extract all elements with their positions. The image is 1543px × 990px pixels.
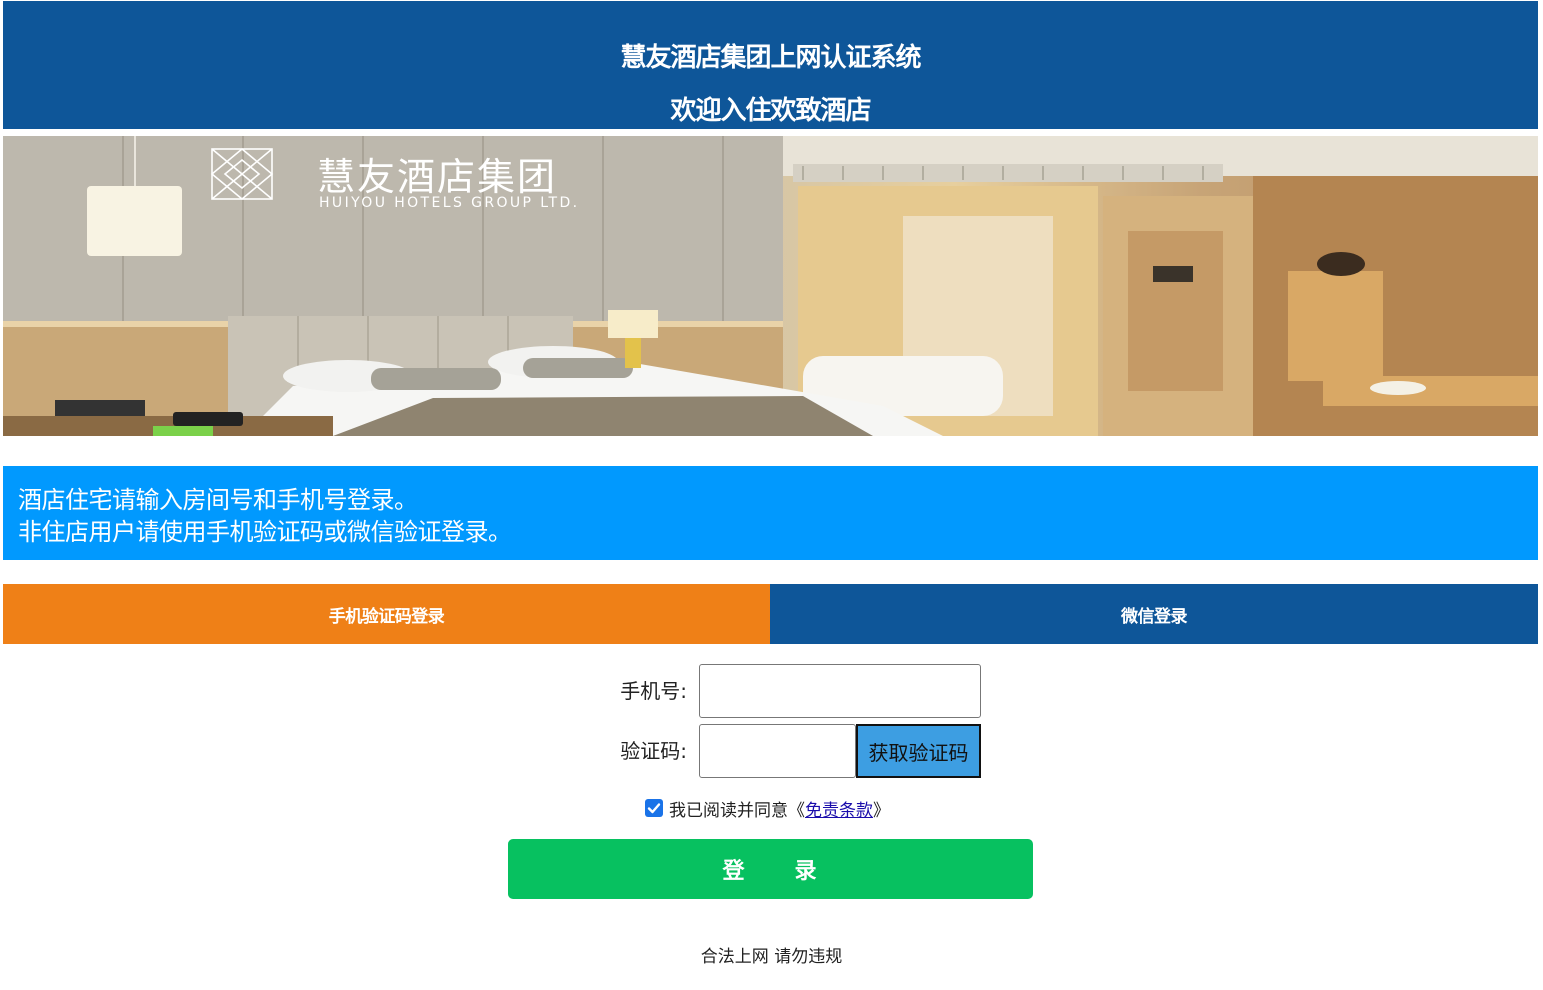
agree-suffix: 》 — [873, 800, 890, 821]
get-code-button[interactable]: 获取验证码 — [856, 724, 981, 778]
footer-notice: 合法上网 请勿违规 — [700, 947, 843, 967]
welcome-subtitle: 欢迎入住欢致酒店 — [670, 96, 871, 126]
code-row: 验证码: 获取验证码 — [0, 724, 1543, 778]
agree-checkbox[interactable] — [645, 799, 663, 817]
login-tabs: 手机验证码登录 微信登录 — [3, 584, 1538, 644]
code-label: 验证码: — [620, 739, 687, 763]
diamond-logo-icon — [210, 147, 274, 201]
system-title: 慧友酒店集团上网认证系统 — [620, 43, 921, 73]
notice-line-1: 酒店住宅请输入房间号和手机号登录。 — [18, 486, 418, 514]
agree-text: 我已阅读并同意《 — [669, 800, 805, 821]
phone-row: 手机号: — [0, 664, 1543, 718]
login-notice: 酒店住宅请输入房间号和手机号登录。 非住店用户请使用手机验证码或微信验证登录。 — [3, 466, 1538, 560]
hotel-room-banner: 慧友酒店集团 HUIYOU HOTELS GROUP LTD. — [3, 136, 1538, 436]
check-icon — [647, 803, 661, 814]
phone-label: 手机号: — [620, 679, 687, 703]
notice-line-2: 非住店用户请使用手机验证码或微信验证登录。 — [18, 518, 512, 546]
brand-name: 慧友酒店集团 — [317, 155, 558, 199]
code-input[interactable] — [699, 724, 856, 778]
login-button[interactable]: 登 录 — [508, 839, 1033, 899]
brand-name-en: HUIYOU HOTELS GROUP LTD. — [319, 195, 580, 211]
disclaimer-link[interactable]: 免责条款 — [805, 796, 873, 821]
tab-phone-code-login[interactable]: 手机验证码登录 — [3, 584, 770, 644]
agreement: 我已阅读并同意《 免责条款》 — [645, 796, 890, 821]
phone-input[interactable] — [699, 664, 981, 718]
tab-wechat-login[interactable]: 微信登录 — [770, 584, 1538, 644]
page-header: 慧友酒店集团上网认证系统 欢迎入住欢致酒店 — [3, 1, 1538, 129]
